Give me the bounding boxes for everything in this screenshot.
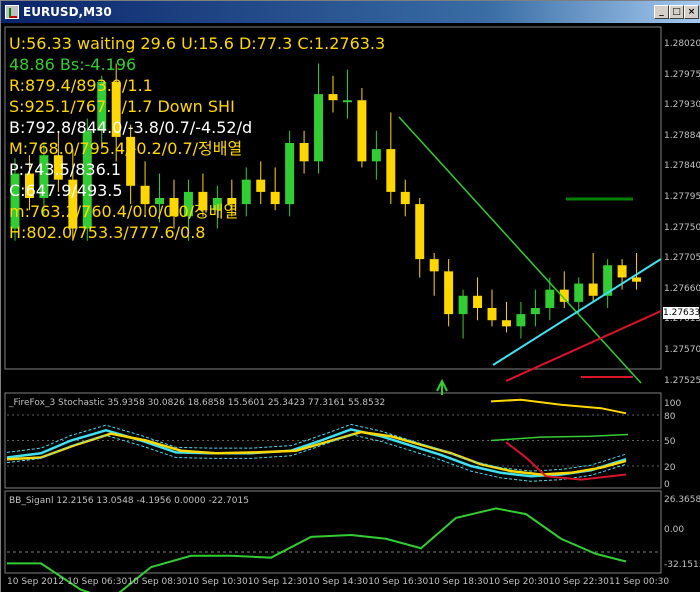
minimize-button[interactable]: _ <box>654 5 669 19</box>
price-tick-label: 1.27750 <box>664 222 700 233</box>
maximize-button[interactable]: □ <box>669 5 684 19</box>
price-tick-label: 1.27930 <box>664 100 700 111</box>
stochastic-mid-line <box>490 433 629 442</box>
price-tick-label: 1.27660 <box>664 283 700 294</box>
indicator-line: U:56.33 waiting 29.6 U:15.6 D:77.3 C:1.2… <box>9 34 386 53</box>
indicator-line: m:763.2/760.4/0.0/0.0/정배열 <box>9 202 239 221</box>
price-tick-label: 1.27975 <box>664 69 700 80</box>
candle-body <box>429 259 439 272</box>
candle-body <box>588 283 598 296</box>
candle-body <box>458 295 468 315</box>
close-button[interactable]: × <box>684 5 699 19</box>
time-tick-label: 10 Sep 06:30 <box>67 577 128 587</box>
candle-body <box>371 149 381 162</box>
indicator-line: C:647.9/493.5 <box>9 181 123 200</box>
price-tick-label: 1.27570 <box>664 345 700 355</box>
title-bar[interactable]: EURUSD,M30 _ □ × <box>1 1 700 23</box>
stochastic-overbought-line <box>490 398 627 415</box>
chart-window: EURUSD,M30 _ □ × U:56.33 waiting 29.6 U:… <box>0 0 700 592</box>
indicator-line: S:925.1/767.2/1.7 Down SHI <box>9 97 235 116</box>
time-tick-label: 10 Sep 22:30 <box>548 577 609 587</box>
price-tick-label: 1.27705 <box>664 253 700 264</box>
candle-body <box>299 143 309 162</box>
time-tick-label: 10 Sep 10:30 <box>187 577 248 587</box>
candle-body <box>256 179 266 192</box>
candle-body <box>617 265 627 278</box>
indicator-line: R:879.4/893.9/1.1 <box>9 76 153 95</box>
candle-body <box>386 149 396 192</box>
candle-body <box>357 100 367 162</box>
time-tick-label: 10 Sep 2012 <box>7 577 65 587</box>
indicator-line: P:743.5/836.1 <box>9 160 122 179</box>
candle-body <box>314 94 324 162</box>
time-tick-label: 10 Sep 16:30 <box>368 577 429 587</box>
bb-tick-label: -32.1513 <box>664 560 700 570</box>
stochastic-label: _FireFox_3 Stochastic 35.9358 30.0826 18… <box>9 398 386 408</box>
price-tick-label: 1.27840 <box>664 161 700 172</box>
candle-body <box>328 94 338 101</box>
bb-tick-label: 0.00 <box>664 525 685 535</box>
candle-body <box>516 314 526 327</box>
candle-body <box>487 308 497 321</box>
chart-area[interactable]: U:56.33 waiting 29.6 U:15.6 D:77.3 C:1.2… <box>1 23 700 592</box>
time-tick-label: 10 Sep 20:30 <box>488 577 549 587</box>
indicator-line: M:768.0/795.4/-0.2/0.7/정배열 <box>9 139 243 158</box>
downtrend-line <box>398 116 642 384</box>
candle-body <box>270 191 280 205</box>
candle-body <box>574 283 584 302</box>
stochastic-tick-label: 0 <box>664 480 670 490</box>
candle-body <box>501 320 511 327</box>
stochastic-tick-label: 20 <box>664 463 676 473</box>
bb-tick-label: 26.3658 <box>664 495 700 505</box>
current-price-tag: 1.27633 <box>663 307 700 319</box>
stochastic-tick-label: 50 <box>664 437 676 447</box>
price-tick-label: 1.27795 <box>664 192 700 202</box>
bb-signal-label: BB_Siganl 12.2156 13.0548 -4.1956 0.0000… <box>9 496 249 506</box>
stochastic-tick-label: 80 <box>664 412 676 422</box>
candle-body <box>473 295 483 308</box>
price-tick-label: 1.27884 <box>664 130 700 141</box>
red-trend-line <box>505 310 662 382</box>
indicator-line: B:792.8/844.0/-3.8/0.7/-4.52/d <box>9 118 253 137</box>
time-tick-label: 10 Sep 14:30 <box>308 577 369 587</box>
candle-body <box>545 289 555 308</box>
indicator-line: H:802.0/753.3/777.6/0.8 <box>9 223 206 242</box>
candle-body <box>530 308 540 315</box>
candle-body <box>415 204 425 260</box>
chart-app-icon <box>5 5 19 19</box>
indicator-line: 48.86 Bs:-4.196 <box>9 55 137 74</box>
time-tick-label: 10 Sep 08:30 <box>127 577 188 587</box>
price-tick-label: 1.27525 <box>664 375 700 386</box>
window-title: EURUSD,M30 <box>23 5 112 19</box>
time-tick-label: 11 Sep 00:30 <box>609 577 670 587</box>
price-tick-label: 1.28020 <box>664 39 700 49</box>
candle-body <box>342 100 352 103</box>
candle-body <box>444 271 454 315</box>
candle-body <box>241 179 251 205</box>
time-tick-label: 10 Sep 12:30 <box>247 577 308 587</box>
candle-body <box>632 277 642 282</box>
time-tick-label: 10 Sep 18:30 <box>428 577 489 587</box>
candle-body <box>400 191 410 205</box>
stochastic-tick-label: 100 <box>664 399 682 409</box>
candle-body <box>285 143 295 205</box>
